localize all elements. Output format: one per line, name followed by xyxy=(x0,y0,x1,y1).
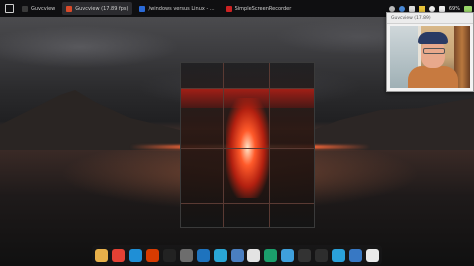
clapper-icon[interactable] xyxy=(298,248,312,262)
calculator-icon[interactable] xyxy=(179,248,193,262)
wifi-icon[interactable] xyxy=(428,5,435,12)
battery-percent[interactable]: 69% xyxy=(449,6,460,12)
web-icon[interactable] xyxy=(264,248,278,262)
writer-icon[interactable] xyxy=(196,248,210,262)
vm-icon[interactable] xyxy=(281,248,295,262)
task-label: SimpleScreenRecorder xyxy=(234,5,292,12)
monitor-icon[interactable] xyxy=(213,248,227,262)
task-label: /windows versus Linux - ... xyxy=(148,5,215,12)
grid-icon xyxy=(4,4,14,13)
guvcview-window[interactable]: Guvcview (17.89) xyxy=(386,12,474,92)
webcam-icon xyxy=(66,5,73,12)
settings-icon[interactable] xyxy=(247,248,261,262)
app-menu-button[interactable] xyxy=(3,3,15,15)
task-guvcview[interactable]: Guvcview xyxy=(18,2,59,15)
chrome-icon[interactable] xyxy=(111,248,125,262)
webcam-person-face xyxy=(421,40,445,68)
recorder-icon xyxy=(225,5,232,12)
virtualbox-icon[interactable] xyxy=(230,248,244,262)
task-label: Guvcview xyxy=(31,5,56,12)
task-guvcview-fps[interactable]: Guvcview (17.89 fps) xyxy=(62,2,133,15)
chat-icon[interactable] xyxy=(388,5,395,12)
camera-icon[interactable] xyxy=(162,248,176,262)
window-title[interactable]: Guvcview (17.89) xyxy=(387,13,473,24)
browser-icon xyxy=(139,5,146,12)
webcam-preview xyxy=(390,26,470,88)
dock xyxy=(92,245,382,265)
cube-edge xyxy=(181,148,314,149)
edge-icon[interactable] xyxy=(128,248,142,262)
terminal-icon[interactable] xyxy=(315,248,329,262)
volume-icon[interactable] xyxy=(438,5,445,12)
battery-icon[interactable] xyxy=(464,5,472,12)
task-browser[interactable]: /windows versus Linux - ... xyxy=(135,2,218,15)
lock-icon[interactable] xyxy=(408,5,415,12)
webcam-person-cap xyxy=(418,32,448,44)
webcam-person-glasses xyxy=(423,48,445,54)
files-icon[interactable] xyxy=(95,248,108,262)
notes-icon[interactable] xyxy=(366,248,379,262)
store-icon[interactable] xyxy=(349,248,363,262)
task-simplescreenrecorder[interactable]: SimpleScreenRecorder xyxy=(222,2,296,15)
office-icon[interactable] xyxy=(145,248,159,262)
warning-icon[interactable] xyxy=(418,5,425,12)
webcam-person-body xyxy=(408,66,458,88)
task-label: Guvcview (17.89 fps) xyxy=(75,5,129,12)
telegram-icon[interactable] xyxy=(332,248,346,262)
terminal-icon xyxy=(22,5,28,12)
bluetooth-icon[interactable] xyxy=(398,5,405,12)
cube-edge xyxy=(181,88,314,89)
wallpaper-glass-cube xyxy=(180,62,315,228)
cube-edge xyxy=(181,203,314,204)
